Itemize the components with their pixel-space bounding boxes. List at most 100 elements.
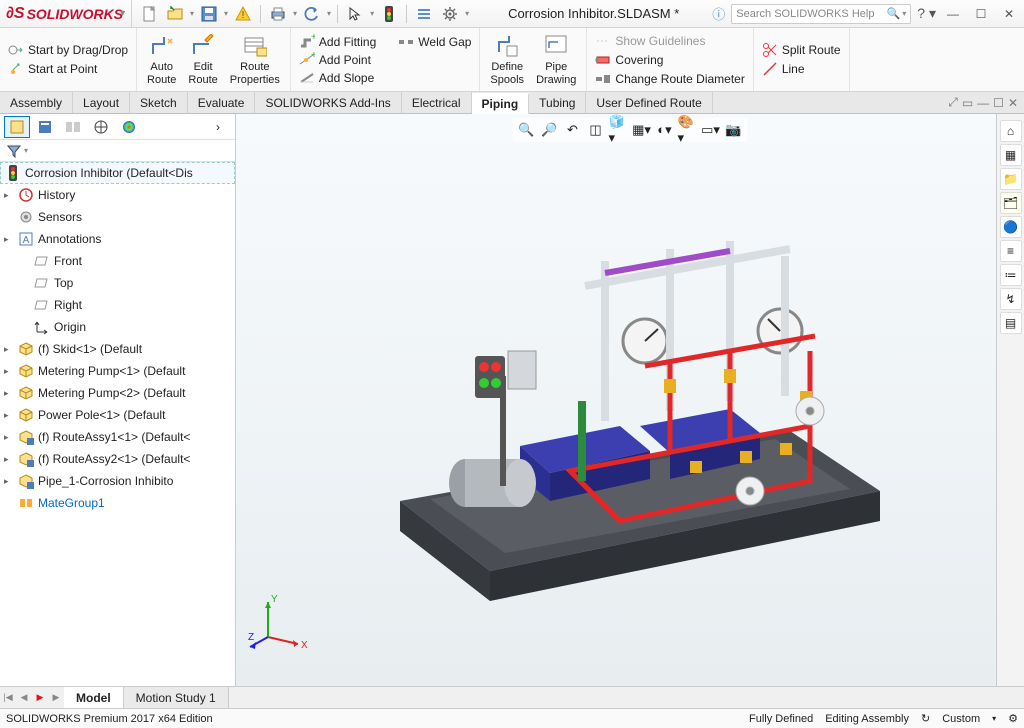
taskpane-custom-props-icon[interactable]: ≡ (1000, 240, 1022, 262)
taskpane-appearances-icon[interactable]: 🔵 (1000, 216, 1022, 238)
expand-toggle-icon[interactable]: ▸ (4, 190, 14, 201)
tree-item[interactable]: ▸(f) RouteAssy2<1> (Default< (0, 448, 235, 470)
search-box[interactable]: Search SOLIDWORKS Help 🔍 ▾ (731, 4, 911, 24)
ft-tab-feature-tree[interactable] (4, 116, 30, 138)
add-point-button[interactable]: +Add Point (297, 51, 378, 69)
tree-item[interactable]: Front (0, 250, 235, 272)
ft-tab-dimxpert[interactable] (88, 116, 114, 138)
add-fitting-button[interactable]: +Add Fitting (297, 33, 378, 51)
taskpane-routing-icon[interactable]: ↯ (1000, 288, 1022, 310)
tree-item[interactable]: Sensors (0, 206, 235, 228)
traffic-light-icon[interactable] (378, 3, 400, 25)
tree-item[interactable]: ▸(f) Skid<1> (Default (0, 338, 235, 360)
tree-item[interactable]: Top (0, 272, 235, 294)
taskpane-home-icon[interactable]: ⌂ (1000, 120, 1022, 142)
tree-item[interactable]: ▸AAnnotations (0, 228, 235, 250)
expand-toggle-icon[interactable]: ▸ (4, 366, 14, 377)
line-button[interactable]: Line (760, 60, 843, 78)
covering-button[interactable]: Covering (593, 51, 746, 69)
view-orientation-icon[interactable]: 🧊▾ (609, 120, 629, 140)
expand-toggle-icon[interactable]: ▸ (4, 476, 14, 487)
render-icon[interactable]: 📷 (724, 120, 744, 140)
tree-item[interactable]: ▸History (0, 184, 235, 206)
tab-assembly[interactable]: Assembly (0, 92, 73, 113)
print-button[interactable] (267, 3, 289, 25)
doc-minimize-button[interactable]: — (977, 96, 989, 110)
tab-user-route[interactable]: User Defined Route (586, 92, 712, 113)
tree-item[interactable]: MateGroup1 (0, 492, 235, 514)
options-button[interactable] (413, 3, 435, 25)
appearance-icon[interactable]: 🎨▾ (678, 120, 698, 140)
edit-route-button[interactable]: Edit Route (184, 31, 221, 87)
tree-item[interactable]: ▸(f) RouteAssy1<1> (Default< (0, 426, 235, 448)
settings-gear-button[interactable] (439, 3, 461, 25)
ft-tab-more[interactable]: › (205, 116, 231, 138)
prev-view-icon[interactable]: ↶ (563, 120, 583, 140)
status-gear-icon[interactable]: ⚙ (1008, 712, 1018, 725)
pipe-drawing-button[interactable]: Pipe Drawing (532, 31, 580, 87)
expand-toggle-icon[interactable]: ▸ (4, 454, 14, 465)
show-guidelines-button[interactable]: Show Guidelines (593, 32, 746, 50)
tree-item[interactable]: Right (0, 294, 235, 316)
close-button[interactable]: ✕ (996, 4, 1022, 24)
taskpane-design-library-icon[interactable]: ▦ (1000, 144, 1022, 166)
tile-icon[interactable]: ▭ (962, 96, 973, 110)
change-diameter-button[interactable]: Change Route Diameter (593, 70, 746, 88)
tab-sketch[interactable]: Sketch (130, 92, 188, 113)
status-rebuild-icon[interactable]: ↻ (921, 712, 930, 725)
auto-route-button[interactable]: Auto Route (143, 31, 180, 87)
taskpane-forum-icon[interactable]: ≔ (1000, 264, 1022, 286)
route-properties-button[interactable]: Route Properties (226, 31, 284, 87)
expand-icon[interactable]: ⤢ (948, 95, 958, 110)
tab-addins[interactable]: SOLIDWORKS Add-Ins (255, 92, 401, 113)
add-slope-button[interactable]: Add Slope (297, 69, 378, 87)
tab-evaluate[interactable]: Evaluate (188, 92, 256, 113)
hide-show-icon[interactable]: ◐▾ (655, 120, 675, 140)
weld-gap-button[interactable]: Weld Gap (396, 33, 473, 51)
tree-item[interactable]: Origin (0, 316, 235, 338)
start-drag-drop-button[interactable]: Start by Drag/Drop (6, 41, 130, 59)
warning-icon[interactable]: ! (232, 3, 254, 25)
taskpane-extra-icon[interactable]: ▤ (1000, 312, 1022, 334)
section-view-icon[interactable]: ◫ (586, 120, 606, 140)
tab-electrical[interactable]: Electrical (402, 92, 472, 113)
logo-dropdown-icon[interactable]: ▼ (118, 8, 127, 18)
open-file-button[interactable] (164, 3, 186, 25)
bottom-tab-motion-study[interactable]: Motion Study 1 (124, 687, 229, 708)
display-style-icon[interactable]: ▦▾ (632, 120, 652, 140)
bottom-tab-model[interactable]: Model (64, 687, 124, 708)
expand-toggle-icon[interactable]: ▸ (4, 344, 14, 355)
tab-tubing[interactable]: Tubing (529, 92, 586, 113)
define-spools-button[interactable]: Define Spools (486, 31, 528, 87)
nav-next-icon[interactable]: ▶ (48, 687, 64, 708)
save-button[interactable] (198, 3, 220, 25)
taskpane-file-explorer-icon[interactable]: 📁 (1000, 168, 1022, 190)
zoom-fit-icon[interactable]: 🔍 (517, 120, 537, 140)
tab-piping[interactable]: Piping (472, 93, 530, 114)
help-icon[interactable]: ⓘ (712, 4, 725, 23)
viewport-3d[interactable]: 🔍 🔎 ↶ ◫ 🧊▾ ▦▾ ◐▾ 🎨▾ ▭▾ 📷 (236, 114, 1024, 686)
split-route-button[interactable]: Split Route (760, 41, 843, 59)
orientation-triad[interactable]: X Y Z (248, 592, 308, 652)
expand-toggle-icon[interactable]: ▸ (4, 410, 14, 421)
expand-toggle-icon[interactable]: ▸ (4, 432, 14, 443)
tree-item[interactable]: ▸Metering Pump<2> (Default (0, 382, 235, 404)
expand-toggle-icon[interactable]: ▸ (4, 388, 14, 399)
ft-tab-configuration[interactable] (60, 116, 86, 138)
new-file-button[interactable] (138, 3, 160, 25)
doc-close-button[interactable]: ✕ (1008, 96, 1018, 110)
tree-item[interactable]: ▸Power Pole<1> (Default (0, 404, 235, 426)
zoom-area-icon[interactable]: 🔎 (540, 120, 560, 140)
nav-first-icon[interactable]: |◀ (0, 687, 16, 708)
help-dropdown-button[interactable]: ? ▾ (917, 5, 936, 22)
nav-prev-icon[interactable]: ◀ (16, 687, 32, 708)
select-button[interactable] (344, 3, 366, 25)
minimize-button[interactable]: — (940, 4, 966, 24)
doc-maximize-button[interactable]: ☐ (993, 96, 1004, 110)
undo-button[interactable] (301, 3, 323, 25)
scene-icon[interactable]: ▭▾ (701, 120, 721, 140)
nav-play-icon[interactable]: ▶ (32, 687, 48, 708)
tab-layout[interactable]: Layout (73, 92, 130, 113)
taskpane-view-palette-icon[interactable]: 🗂 (1000, 192, 1022, 214)
filter-icon[interactable] (6, 143, 22, 159)
